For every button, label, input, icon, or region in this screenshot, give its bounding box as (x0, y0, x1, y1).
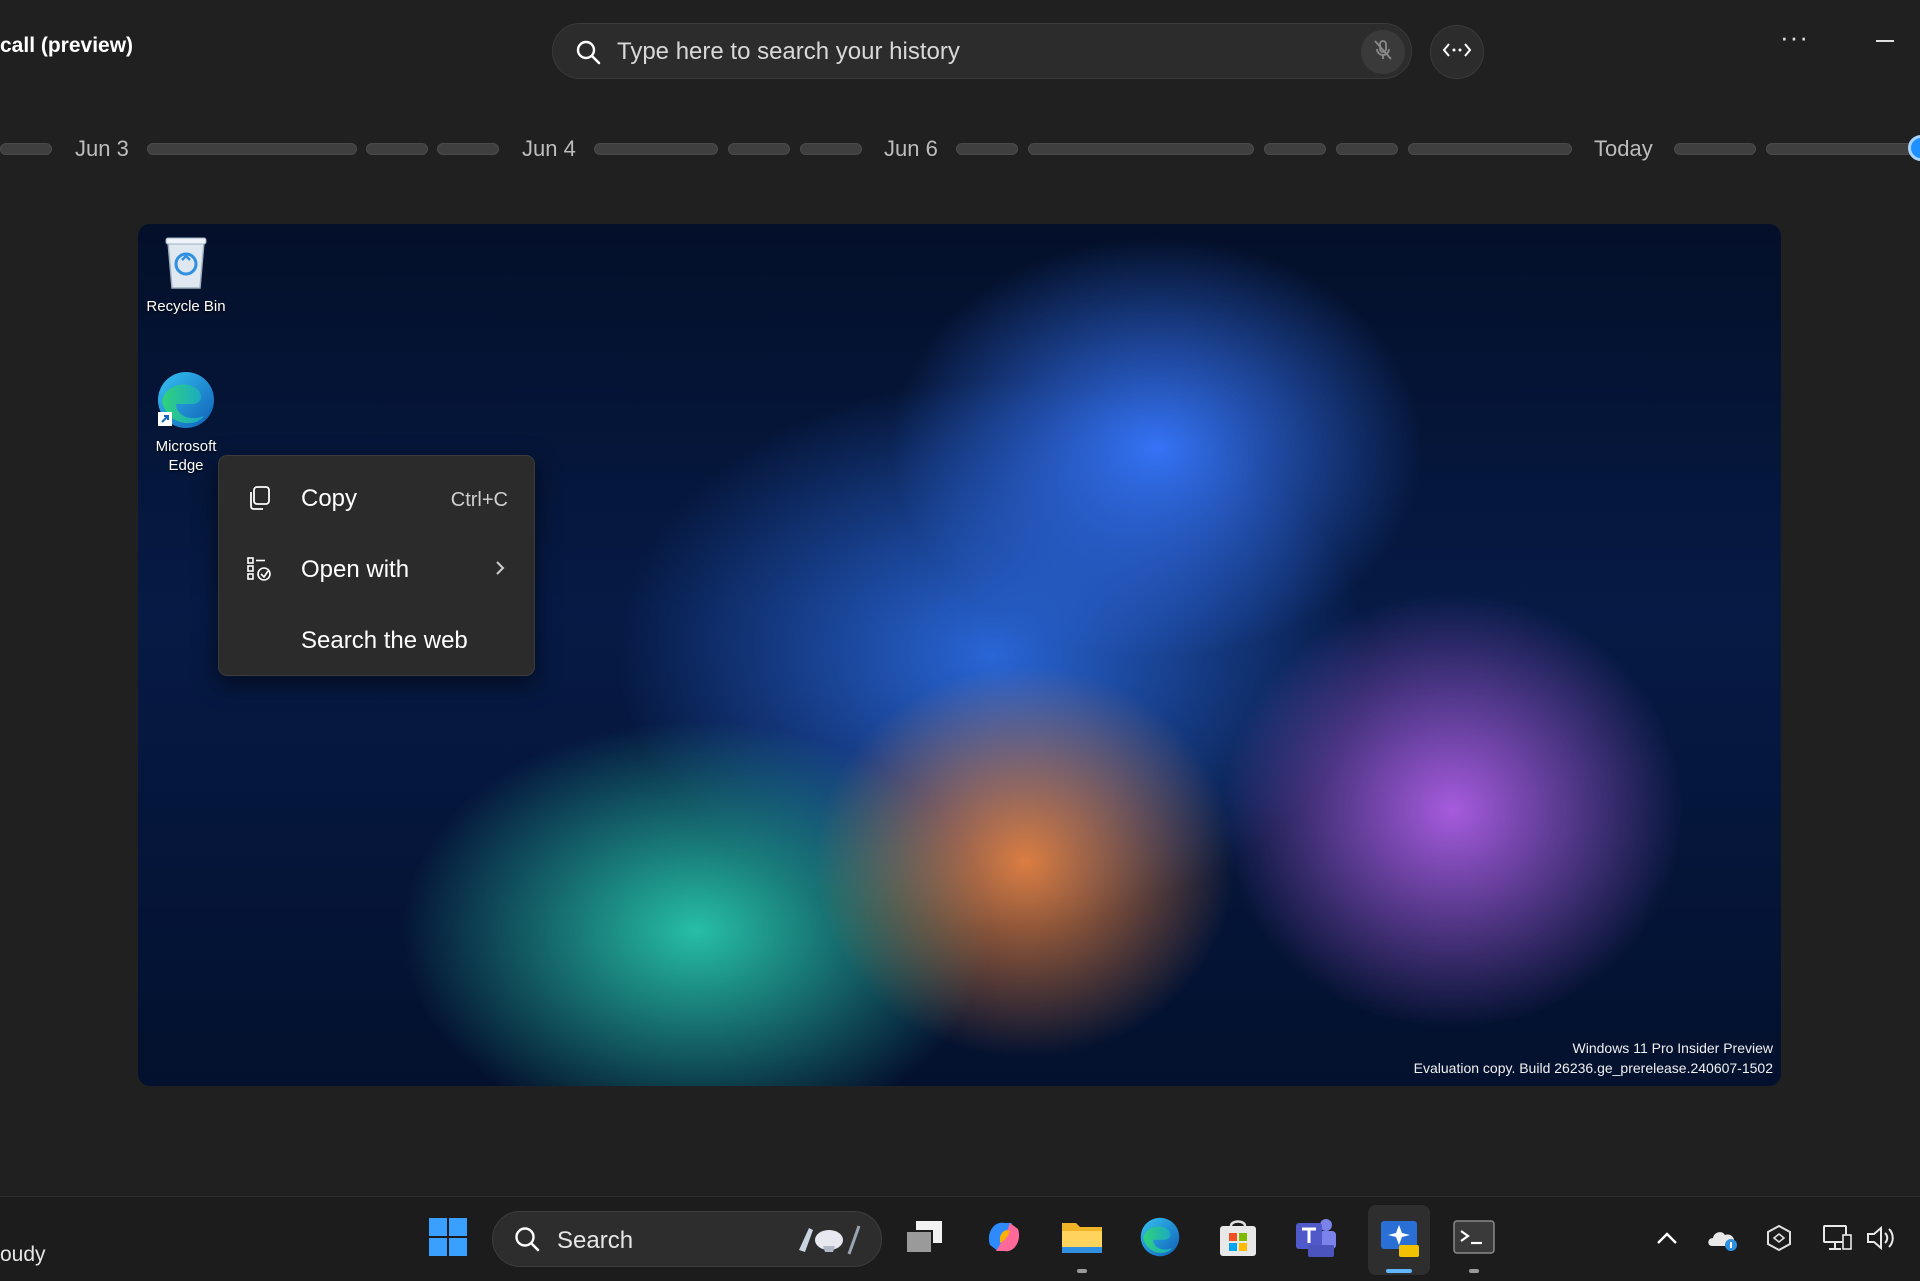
timeline-handle[interactable] (1908, 135, 1920, 161)
history-search-input[interactable] (615, 34, 1319, 70)
desktop-icon-label: Recycle Bin (146, 298, 226, 315)
search-icon (575, 39, 601, 70)
timeline-label[interactable]: Jun 4 (522, 136, 576, 162)
copilot-tray-button[interactable] (1762, 1223, 1796, 1257)
recall-button[interactable] (1375, 1215, 1423, 1263)
menu-item-open-with[interactable]: Open with (225, 539, 528, 599)
menu-item-label: Open with (301, 556, 410, 583)
more-options-button[interactable]: ··· (1780, 22, 1809, 53)
start-button[interactable] (424, 1215, 472, 1263)
chevron-up-icon (1655, 1230, 1679, 1251)
volume-icon (1865, 1224, 1897, 1257)
volume-button[interactable] (1864, 1223, 1898, 1257)
menu-item-shortcut: Ctrl+C (450, 489, 508, 511)
start-icon (428, 1217, 468, 1262)
teams-icon (1294, 1215, 1338, 1264)
terminal-button[interactable] (1450, 1215, 1498, 1263)
task-view-icon (902, 1217, 946, 1262)
minimize-button[interactable] (1876, 40, 1894, 42)
timeline-segment[interactable] (0, 143, 52, 155)
taskbar-search-label: Search (557, 1227, 634, 1254)
recall-icon (1377, 1215, 1421, 1264)
windows-watermark: Windows 11 Pro Insider Preview Evaluatio… (1414, 1038, 1773, 1078)
search-icon (513, 1225, 541, 1258)
timeline-segment[interactable] (1408, 143, 1572, 155)
show-hidden-icons-button[interactable] (1650, 1223, 1684, 1257)
timeline-segment[interactable] (437, 143, 499, 155)
desktop-icon-recycle-bin[interactable]: Recycle Bin (138, 232, 234, 316)
menu-item-search-web[interactable]: Search the web (225, 610, 528, 670)
copy-icon (245, 484, 273, 517)
watermark-line: Windows 11 Pro Insider Preview (1572, 1040, 1773, 1056)
timeline-segment[interactable] (1264, 143, 1326, 155)
search-highlight-icon (789, 1220, 869, 1265)
running-indicator (1077, 1269, 1087, 1273)
timeline-label[interactable]: Today (1594, 136, 1653, 162)
context-menu: Copy Ctrl+C Open with Search the web (218, 455, 535, 676)
menu-item-copy[interactable]: Copy Ctrl+C (225, 468, 528, 528)
chevron-right-icon (494, 559, 506, 582)
edge-taskbar-button[interactable] (1136, 1215, 1184, 1263)
edge-icon (154, 372, 218, 436)
copilot-tray-icon (1764, 1223, 1794, 1258)
code-brackets-icon (1442, 41, 1472, 64)
timeline-segment[interactable] (728, 143, 790, 155)
task-view-button[interactable] (900, 1215, 948, 1263)
history-search-bar[interactable] (552, 23, 1412, 79)
file-explorer-button[interactable] (1058, 1215, 1106, 1263)
network-button[interactable] (1820, 1223, 1854, 1257)
file-explorer-icon (1060, 1217, 1104, 1262)
desktop-icon-label: Microsoft (155, 438, 217, 455)
terminal-icon (1452, 1217, 1496, 1262)
timeline-segment[interactable] (594, 143, 718, 155)
recycle-bin-icon (160, 237, 212, 296)
mic-off-icon (1371, 38, 1395, 67)
taskbar: oudy Search (0, 1196, 1920, 1281)
edge-icon (1138, 1215, 1182, 1264)
network-icon (1821, 1223, 1853, 1258)
app-title: call (preview) (0, 34, 134, 57)
copilot-icon (982, 1215, 1026, 1264)
microsoft-store-icon (1217, 1216, 1259, 1263)
mic-button[interactable] (1361, 30, 1405, 74)
timeline-segment[interactable] (1766, 143, 1914, 155)
microsoft-store-button[interactable] (1214, 1215, 1262, 1263)
timeline-segment[interactable] (956, 143, 1018, 155)
timeline-segment[interactable] (147, 143, 357, 155)
weather-widget[interactable]: oudy (0, 1243, 46, 1267)
menu-item-label: Search the web (301, 627, 468, 654)
running-indicator (1469, 1269, 1479, 1273)
running-indicator (1386, 1269, 1412, 1273)
timeline-segment[interactable] (1674, 143, 1756, 155)
teams-button[interactable] (1292, 1215, 1340, 1263)
timeline-segment[interactable] (800, 143, 862, 155)
timeline-segment[interactable] (1336, 143, 1398, 155)
watermark-line: Evaluation copy. Build 26236.ge_prerelea… (1413, 1060, 1773, 1076)
copilot-button[interactable] (980, 1215, 1028, 1263)
timeline-segment[interactable] (366, 143, 428, 155)
taskbar-search[interactable]: Search (492, 1211, 882, 1267)
timeline-label[interactable]: Jun 6 (884, 136, 938, 162)
timeline-segment[interactable] (1028, 143, 1254, 155)
timeline-label[interactable]: Jun 3 (75, 136, 129, 162)
menu-item-label: Copy (301, 485, 358, 512)
onedrive-icon (1706, 1224, 1740, 1257)
open-with-icon (245, 555, 273, 588)
screen-ray-button[interactable] (1430, 25, 1484, 79)
onedrive-button[interactable] (1706, 1223, 1740, 1257)
